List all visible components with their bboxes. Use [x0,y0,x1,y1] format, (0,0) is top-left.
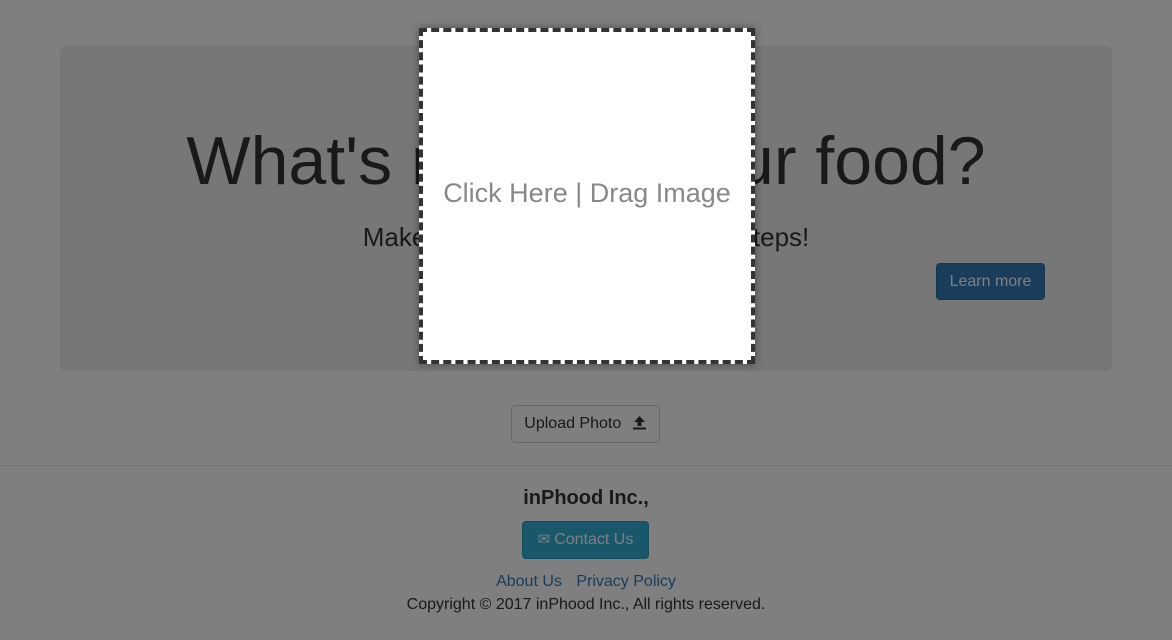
image-dropzone[interactable]: Click Here | Drag Image [419,28,755,364]
dropzone-label: Click Here | Drag Image [443,178,731,208]
page: What's really in your food? Make it simp… [0,0,1172,640]
